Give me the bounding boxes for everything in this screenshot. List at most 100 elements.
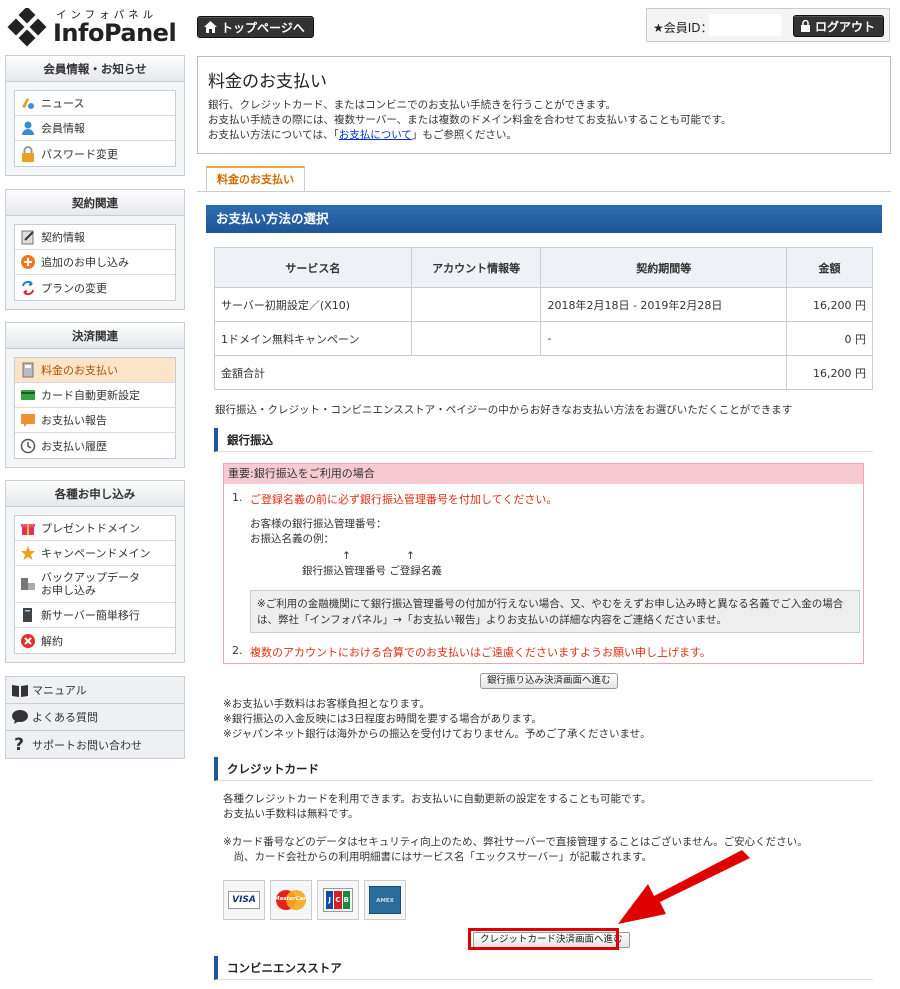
sidebar-link-support[interactable]: ? サポートお問い合わせ <box>6 731 184 758</box>
sidebar-item-server-migration[interactable]: 新サーバー簡単移行 <box>15 603 175 628</box>
member-box: ★会員ID： ログアウト <box>646 8 890 42</box>
sidebar-item-label: 契約情報 <box>41 231 85 244</box>
sidebar-item-label: 解約 <box>41 634 63 648</box>
top-page-button[interactable]: トップページへ <box>197 16 314 38</box>
bank-note: ※銀行振込の入金反映には3日程度お時間を要する場合があります。 <box>223 713 542 725</box>
sidebar-item-password[interactable]: パスワード変更 <box>15 141 175 166</box>
highlight-box <box>468 928 619 950</box>
sidebar-group-title: 決済関連 <box>6 323 184 349</box>
sidebar-item-label: バックアップデータ お申し込み <box>41 571 140 597</box>
table-cell: 2018年2月18日 - 2019年2月28日 <box>540 287 788 322</box>
red-arrow-icon <box>618 850 750 924</box>
book-icon <box>11 682 28 698</box>
home-icon <box>204 21 217 33</box>
sidebar-item-label: 新サーバー簡単移行 <box>41 609 140 622</box>
page-title: 料金のお支払い <box>208 72 327 92</box>
payment-info-link[interactable]: お支払について <box>339 129 412 141</box>
intro-line-3: お支払い方法については、「お支払について」もご参照ください。 <box>208 129 517 141</box>
member-id-label: ★会員ID： <box>653 21 713 35</box>
credit-card-icon <box>20 387 36 403</box>
table-cell: サーバー初期設定／(X10) <box>214 287 412 322</box>
news-icon <box>20 95 36 111</box>
sidebar-item-news[interactable]: ニュース <box>15 91 175 116</box>
sidebar-item-label: 追加のお申し込み <box>41 256 129 269</box>
methods-note: 銀行振込・クレジット・コンビニエンスストア・ペイジーの中からお好きなお支払い方法… <box>215 404 793 416</box>
sidebar-item-payment-report[interactable]: お支払い報告 <box>15 408 175 433</box>
amex-logo: AMEX <box>364 880 406 920</box>
sidebar-group-contract: 契約関連 契約情報 追加のお申し込み プランの変更 <box>5 189 185 310</box>
plus-circle-icon <box>20 254 36 270</box>
sidebar-item-present-domain[interactable]: プレゼントドメイン <box>15 516 175 541</box>
logout-button[interactable]: ログアウト <box>793 15 885 37</box>
gift-icon <box>20 520 36 536</box>
section-title: お支払い方法の選択 <box>206 205 882 233</box>
clock-icon <box>20 438 36 454</box>
padlock-icon <box>20 145 36 162</box>
sidebar-group-title: 会員情報・お知らせ <box>6 56 184 82</box>
bank-warning-box: 重要:銀行振込をご利用の場合 1. ご登録名義の前に必ず銀行振込管理番号を付加し… <box>223 463 864 664</box>
sidebar-link-manual[interactable]: マニュアル <box>6 677 184 704</box>
sidebar-link-faq[interactable]: よくある質問 <box>6 704 184 731</box>
intro-line-1: 銀行、クレジットカード、またはコンビニでのお支払い手続きを行うことができます。 <box>208 99 617 111</box>
table-header: サービス名 <box>214 247 412 288</box>
bank-transfer-heading: 銀行振込 <box>214 428 873 452</box>
sidebar-item-backup-data[interactable]: バックアップデータ お申し込み <box>15 566 175 603</box>
report-icon <box>20 412 36 428</box>
sidebar-link-label: サポートお問い合わせ <box>32 738 142 752</box>
fee-table: サービス名 アカウント情報等 契約期間等 金額 サーバー初期設定／(X10) 2… <box>213 247 873 390</box>
sidebar-item-member-info[interactable]: 会員情報 <box>15 116 175 141</box>
jcb-logo: J C B <box>317 880 359 920</box>
warning-item-1: ご登録名義の前に必ず銀行振込管理番号を付加してください。 <box>250 493 558 506</box>
arrow-marker: ↑ <box>406 550 415 562</box>
table-cell: 16,200 円 <box>786 287 873 322</box>
sidebar-item-label: プレゼントドメイン <box>41 522 140 535</box>
intro-box: 料金のお支払い 銀行、クレジットカード、またはコンビニでのお支払い手続きを行うこ… <box>197 56 891 154</box>
tab-payment[interactable]: 料金のお支払い <box>206 166 305 192</box>
management-number-label: お客様の銀行振込管理番号： <box>250 518 387 530</box>
logo-mark-icon <box>7 8 47 47</box>
bank-note-line: ※ご利用の金融機関にて銀行振込管理番号の付加が行えない場合、又、やむをえずお申し… <box>257 598 844 610</box>
logo[interactable]: インフォパネル InfoPanel <box>6 6 177 48</box>
warning-heading: 重要:銀行振込をご利用の場合 <box>224 464 863 484</box>
bank-transfer-button[interactable]: 銀行振り込み決済画面へ進む <box>480 673 618 689</box>
sidebar-item-plan-change[interactable]: プランの変更 <box>15 275 175 300</box>
sidebar-item-label: お支払い履歴 <box>41 439 107 453</box>
speech-bubble-icon <box>11 709 28 725</box>
bank-note: ※ジャパンネット銀行は海外からの振込を受付けておりません。予めご了承くださいませ… <box>223 728 651 740</box>
mastercard-logo: MasterCard <box>270 880 312 920</box>
table-header-row: サービス名 アカウント情報等 契約期間等 金額 <box>214 247 873 288</box>
example-labels: 銀行振込管理番号 ご登録名義 <box>302 565 442 577</box>
table-header: 金額 <box>786 247 873 288</box>
table-row: サーバー初期設定／(X10) 2018年2月18日 - 2019年2月28日 1… <box>214 287 873 322</box>
bank-notes: ※お支払い手数料はお客様負担となります。 ※銀行振込の入金反映には3日程度お時間… <box>223 697 651 742</box>
sidebar-item-campaign-domain[interactable]: キャンペーンドメイン <box>15 541 175 566</box>
document-pen-icon <box>20 229 36 245</box>
item-number: 1. <box>232 491 243 504</box>
question-mark-icon: ? <box>14 734 24 755</box>
sidebar-item-label: 会員情報 <box>41 122 85 135</box>
bank-note-line: は、弊社「インフォパネル」→「お支払い報告」よりお支払いの詳細な内容をご連絡くだ… <box>257 614 727 626</box>
sidebar-group-title: 各種お申し込み <box>6 481 184 507</box>
logo-text: InfoPanel <box>53 19 177 47</box>
total-value: 16,200 円 <box>786 355 873 390</box>
sidebar-item-label: パスワード変更 <box>41 147 118 161</box>
credit-line: 各種クレジットカードを利用できます。お支払いに自動更新の設定をすることも可能です… <box>223 793 652 805</box>
calculator-icon <box>20 362 36 378</box>
table-cell <box>410 287 542 322</box>
visa-logo: VISA <box>223 880 265 920</box>
sidebar-item-card-auto-renew[interactable]: カード自動更新設定 <box>15 383 175 408</box>
user-icon <box>20 120 36 136</box>
tab-divider <box>197 191 891 192</box>
sidebar-item-contract-info[interactable]: 契約情報 <box>15 225 175 250</box>
sidebar-item-cancel[interactable]: 解約 <box>15 628 175 653</box>
sidebar-item-payment[interactable]: 料金のお支払い <box>15 358 175 383</box>
sidebar-item-additional[interactable]: 追加のお申し込み <box>15 250 175 275</box>
table-row: 1ドメイン無料キャンペーン - 0 円 <box>214 321 873 356</box>
sidebar-item-payment-history[interactable]: お支払い履歴 <box>15 433 175 458</box>
total-label: 金額合計 <box>213 355 788 390</box>
swap-arrows-icon <box>20 280 36 296</box>
sidebar-link-label: よくある質問 <box>32 711 98 724</box>
card-brands: VISA MasterCard J C B AMEX <box>223 880 406 920</box>
intro-line-2: お支払い手続きの際には、複数サーバー、または複数のドメイン料金を合わせてお支払い… <box>208 114 732 126</box>
table-total-row: 金額合計 16,200 円 <box>213 355 873 390</box>
